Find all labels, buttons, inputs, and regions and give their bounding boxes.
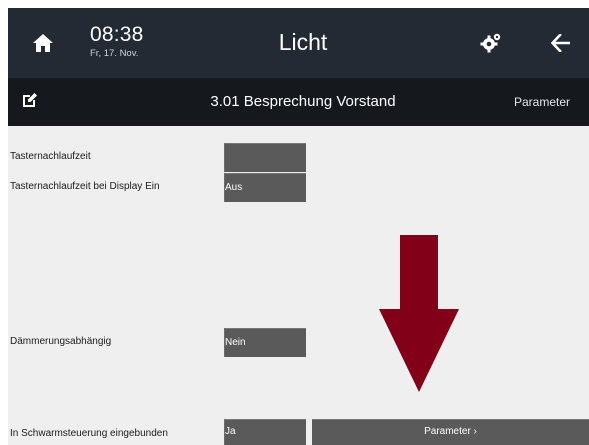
gear-icon <box>480 33 501 53</box>
home-icon <box>33 34 53 52</box>
row-value-field[interactable] <box>224 143 306 172</box>
edit-icon <box>23 93 37 107</box>
clock-time: 08:38 <box>90 23 144 46</box>
room-title: 3.01 Besprechung Vorstand <box>210 93 396 110</box>
back-button[interactable] <box>532 8 589 78</box>
edit-button[interactable] <box>22 92 44 112</box>
arrow-left-icon <box>550 34 570 52</box>
top-bar: 08:38 Fr, 17. Nov. Licht <box>8 8 589 78</box>
parameter-button[interactable]: Parameter › <box>312 419 589 445</box>
home-button[interactable] <box>8 8 78 78</box>
row-label: Dämmerungsabhängig <box>10 336 112 347</box>
row-value-field[interactable]: Nein <box>224 328 306 357</box>
parameter-link[interactable]: Parameter <box>514 95 570 109</box>
room-bar: 3.01 Besprechung Vorstand Parameter <box>8 78 589 126</box>
page-title: Licht <box>278 29 328 55</box>
clock-date: Fr, 17. Nov. <box>90 48 139 59</box>
settings-button[interactable] <box>461 8 521 78</box>
arrow-down-icon <box>379 235 459 392</box>
row-label: In Schwarmsteuerung eingebunden <box>10 428 168 439</box>
row-value-field[interactable]: Aus <box>224 173 306 202</box>
app-frame: 08:38 Fr, 17. Nov. Licht 3.01 Besprechun… <box>8 8 589 445</box>
row-label: Tasternachlaufzeit <box>10 151 91 162</box>
row-value-field[interactable]: Ja <box>224 419 306 445</box>
row-label: Tasternachlaufzeit bei Display Ein <box>10 181 160 192</box>
